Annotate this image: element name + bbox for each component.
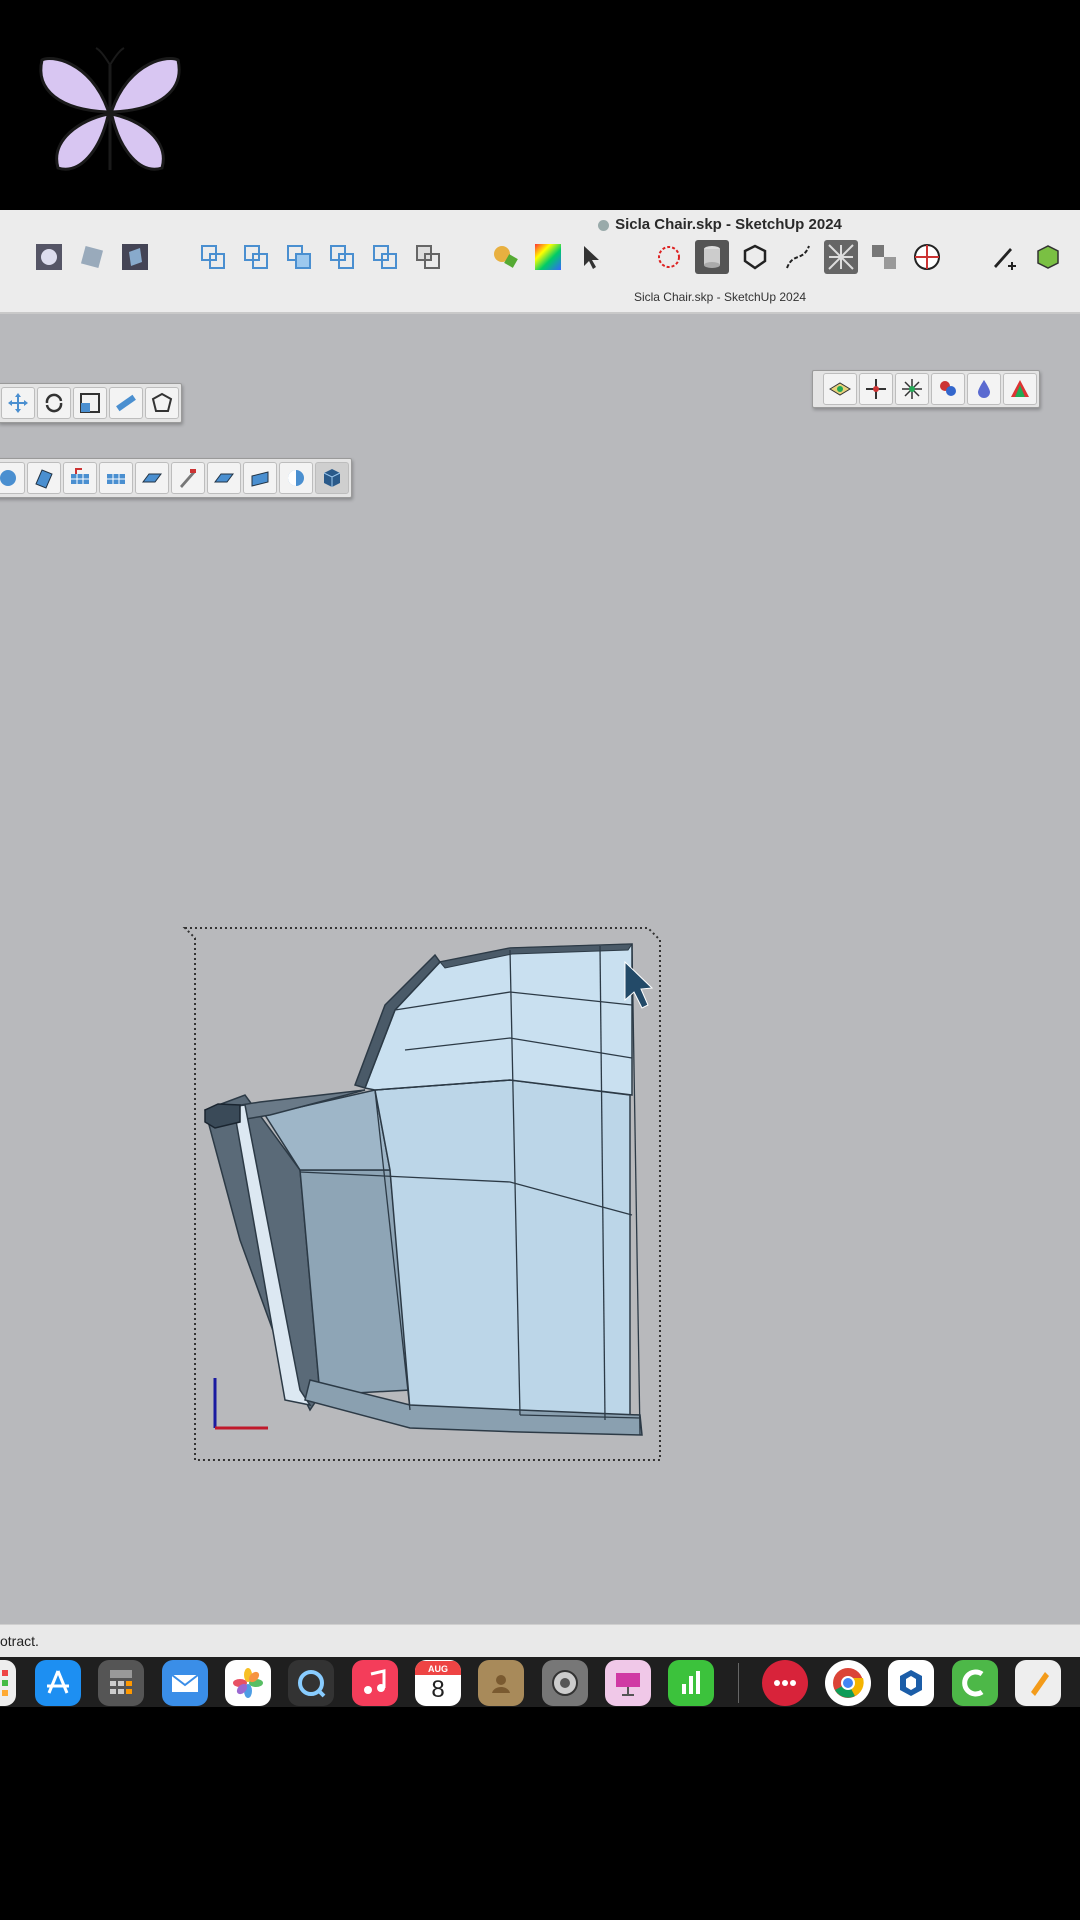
calendar-month: AUG	[415, 1661, 461, 1675]
pen-plus-icon[interactable]	[988, 240, 1022, 274]
window-title: Sicla Chair.skp - SketchUp 2024	[0, 216, 1080, 233]
view-iso-icon[interactable]	[196, 240, 230, 274]
paint-bucket-icon[interactable]	[488, 240, 522, 274]
numbers-icon[interactable]	[668, 1660, 714, 1706]
model-viewport[interactable]	[0, 312, 1080, 1624]
calendar-month-text: AUG	[428, 1664, 448, 1674]
view-front-icon[interactable]	[282, 240, 316, 274]
butterfly-logo	[39, 47, 181, 171]
sphere-icon[interactable]	[910, 240, 944, 274]
status-text: otract.	[0, 1633, 39, 1649]
music-icon[interactable]	[352, 1660, 398, 1706]
chair-front-face	[374, 1079, 631, 1421]
mail-icon[interactable]	[162, 1660, 208, 1706]
cylinder-icon[interactable]	[695, 240, 729, 274]
window-title-text: Sicla Chair.skp - SketchUp 2024	[615, 216, 842, 233]
styles-icon[interactable]	[32, 240, 66, 274]
select-tool-icon[interactable]	[574, 240, 608, 274]
doc-icon	[598, 219, 610, 231]
cube-green-icon[interactable]	[1031, 240, 1065, 274]
status-bar: otract.	[0, 1624, 1080, 1657]
color-palette-icon[interactable]	[531, 240, 565, 274]
texture-icon[interactable]	[824, 240, 858, 274]
sketchup-icon[interactable]	[888, 1660, 934, 1706]
app-store-icon[interactable]	[35, 1660, 81, 1706]
style-edit-icon[interactable]	[75, 240, 109, 274]
window-subtitle: Sicla Chair.skp - SketchUp 2024	[633, 290, 807, 304]
view-back-icon[interactable]	[368, 240, 402, 274]
contacts-icon[interactable]	[478, 1660, 524, 1706]
dock-separator	[738, 1663, 739, 1703]
pages-icon[interactable]	[1015, 1660, 1061, 1706]
chair-back-face	[363, 943, 633, 1096]
sketchup-window: Sicla Chair.skp - SketchUp 2024 Sicla Ch…	[0, 210, 1080, 1657]
style-apply-icon[interactable]	[118, 240, 152, 274]
chrome-icon[interactable]	[825, 1660, 871, 1706]
main-toolbar: Sicla Chair.skp - SketchUp 2024 Sicla Ch…	[0, 210, 1080, 314]
view-left-icon[interactable]	[411, 240, 445, 274]
calendar-icon[interactable]: AUG 8	[415, 1660, 461, 1706]
launchpad-icon[interactable]	[0, 1660, 16, 1706]
more-icon[interactable]	[762, 1660, 808, 1706]
component-icon[interactable]	[867, 240, 901, 274]
curve-icon[interactable]	[781, 240, 815, 274]
system-settings-icon[interactable]	[542, 1660, 588, 1706]
calculator-icon[interactable]	[98, 1660, 144, 1706]
calendar-day: 8	[431, 1676, 445, 1703]
keynote-icon[interactable]	[605, 1660, 651, 1706]
photos-icon[interactable]	[225, 1660, 271, 1706]
camtasia-icon[interactable]	[952, 1660, 998, 1706]
lasso-select-icon[interactable]	[652, 240, 686, 274]
macos-dock: AUG 8	[0, 1657, 1080, 1707]
view-top-icon[interactable]	[239, 240, 273, 274]
solid-tools-icon[interactable]	[738, 240, 772, 274]
view-right-icon[interactable]	[325, 240, 359, 274]
quicktime-icon[interactable]	[288, 1660, 334, 1706]
